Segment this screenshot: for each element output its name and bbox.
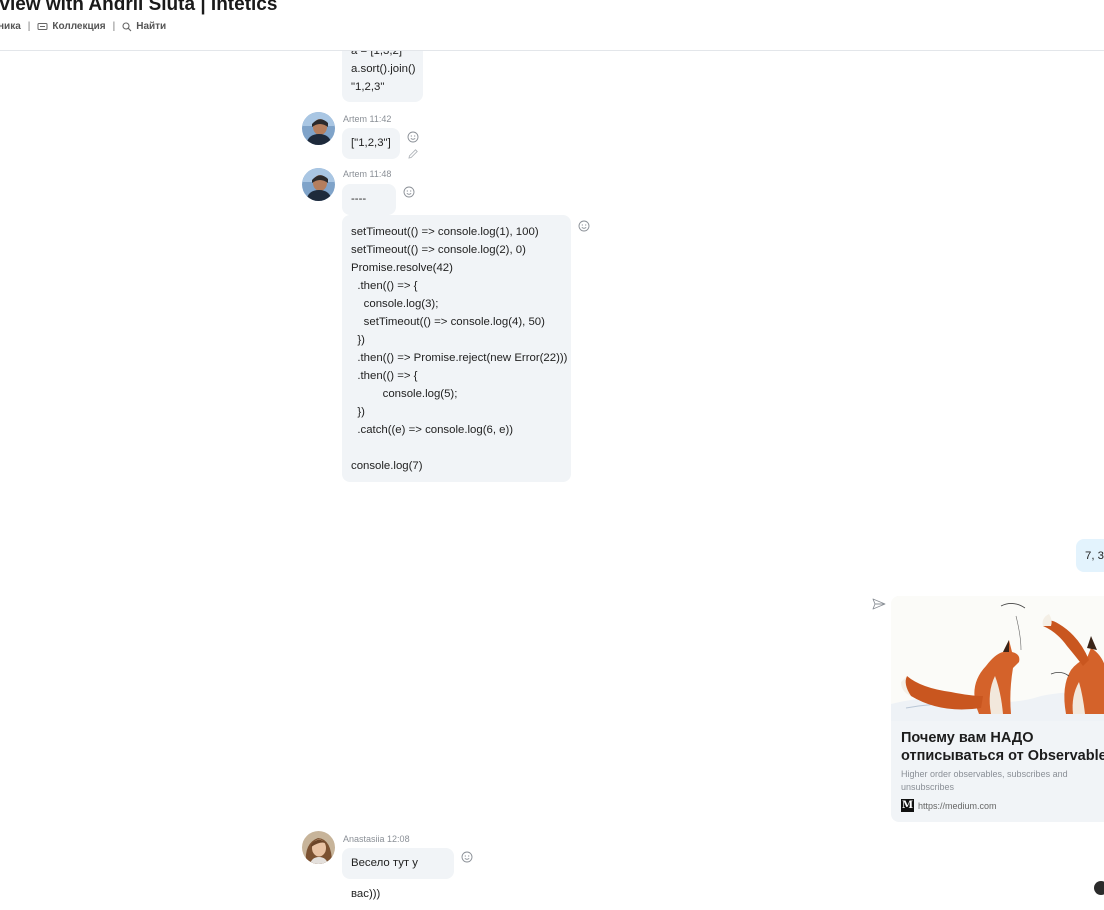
code-line: .then(() => { bbox=[351, 370, 418, 382]
message-bubble[interactable]: ---- bbox=[342, 184, 396, 215]
toolbar-item-search[interactable]: Найти bbox=[122, 21, 166, 32]
message-meta: Artem 11:48 bbox=[343, 169, 391, 179]
message-author: Anastasiia bbox=[343, 834, 385, 844]
link-preview-title[interactable]: Почему вам НАДО отписываться от Observab… bbox=[901, 729, 1104, 765]
code-line: setTimeout(() => console.log(2), 0) bbox=[351, 244, 526, 256]
medium-logo-icon: M bbox=[901, 799, 914, 812]
search-icon bbox=[122, 21, 132, 32]
code-line: console.log(5); bbox=[351, 388, 458, 400]
code-line: .then(() => Promise.reject(new Error(22)… bbox=[351, 352, 568, 364]
scroll-to-bottom-button[interactable] bbox=[1094, 881, 1104, 895]
toolbar-item-search-label: Найти bbox=[136, 21, 167, 32]
message-time: 12:08 bbox=[387, 834, 410, 844]
toolbar-item-gallery[interactable]: ника bbox=[0, 21, 21, 32]
message-bubble[interactable]: Весело тут у вас))) bbox=[342, 848, 454, 900]
toolbar-item-collection[interactable]: Коллекция bbox=[37, 21, 106, 32]
code-line: console.log(3); bbox=[351, 298, 439, 310]
emoji-icon[interactable] bbox=[578, 217, 590, 232]
message-text: ---- bbox=[351, 193, 367, 205]
message-line: a.sort().join() bbox=[351, 63, 416, 75]
message-time: 11:48 bbox=[369, 169, 392, 179]
code-line: setTimeout(() => console.log(1), 100) bbox=[351, 226, 539, 238]
toolbar-item-gallery-label: ника bbox=[0, 21, 21, 32]
link-preview-site[interactable]: M https://medium.com bbox=[901, 799, 997, 812]
chat-header: rview with Andrii Siuta | Intetics ника … bbox=[0, 0, 1104, 51]
code-line: .catch((e) => console.log(6, e)) bbox=[351, 424, 514, 436]
message-text: ["1,2,3"] bbox=[351, 137, 391, 149]
code-line: Promise.resolve(42) bbox=[351, 262, 453, 274]
edit-icon[interactable] bbox=[407, 145, 419, 159]
send-icon[interactable] bbox=[872, 595, 886, 610]
emoji-icon[interactable] bbox=[403, 183, 415, 198]
outgoing-message-bubble[interactable]: 7, 3 bbox=[1076, 539, 1104, 572]
emoji-icon[interactable] bbox=[407, 128, 419, 143]
toolbar-separator: | bbox=[112, 21, 116, 32]
code-line: }) bbox=[351, 334, 365, 346]
message-meta: Artem 11:42 bbox=[343, 114, 391, 124]
avatar[interactable] bbox=[302, 168, 335, 201]
message-text: 7, 3 bbox=[1085, 550, 1104, 562]
link-preview-url: https://medium.com bbox=[918, 800, 997, 811]
avatar[interactable] bbox=[302, 112, 335, 145]
message-time: 11:42 bbox=[369, 114, 392, 124]
message-bubble[interactable]: setTimeout(() => console.log(1), 100) se… bbox=[342, 215, 571, 482]
code-line: setTimeout(() => console.log(4), 50) bbox=[351, 316, 545, 328]
toolbar-item-collection-label: Коллекция bbox=[52, 21, 106, 32]
emoji-icon[interactable] bbox=[461, 848, 473, 863]
message-text: Весело тут у вас))) bbox=[351, 857, 418, 900]
message-author: Artem bbox=[343, 169, 368, 179]
toolbar-separator: | bbox=[27, 21, 31, 32]
message-bubble[interactable]: ["1,2,3"] bbox=[342, 128, 400, 159]
bookmark-icon bbox=[37, 22, 48, 31]
chat-toolbar: ника | Коллекция | Найти bbox=[0, 21, 166, 32]
link-preview-image bbox=[891, 596, 1104, 721]
message-meta: Anastasiia 12:08 bbox=[343, 834, 410, 844]
code-line: }) bbox=[351, 406, 365, 418]
code-line: console.log(7) bbox=[351, 460, 423, 472]
chat-title: rview with Andrii Siuta | Intetics bbox=[0, 0, 278, 15]
message-author: Artem bbox=[343, 114, 368, 124]
link-preview-card[interactable]: Почему вам НАДО отписываться от Observab… bbox=[891, 596, 1104, 822]
link-preview-description: Higher order observables, subscribes and… bbox=[901, 769, 1068, 792]
code-line: .then(() => { bbox=[351, 280, 418, 292]
avatar[interactable] bbox=[302, 831, 335, 864]
message-line: "1,2,3" bbox=[351, 81, 385, 93]
